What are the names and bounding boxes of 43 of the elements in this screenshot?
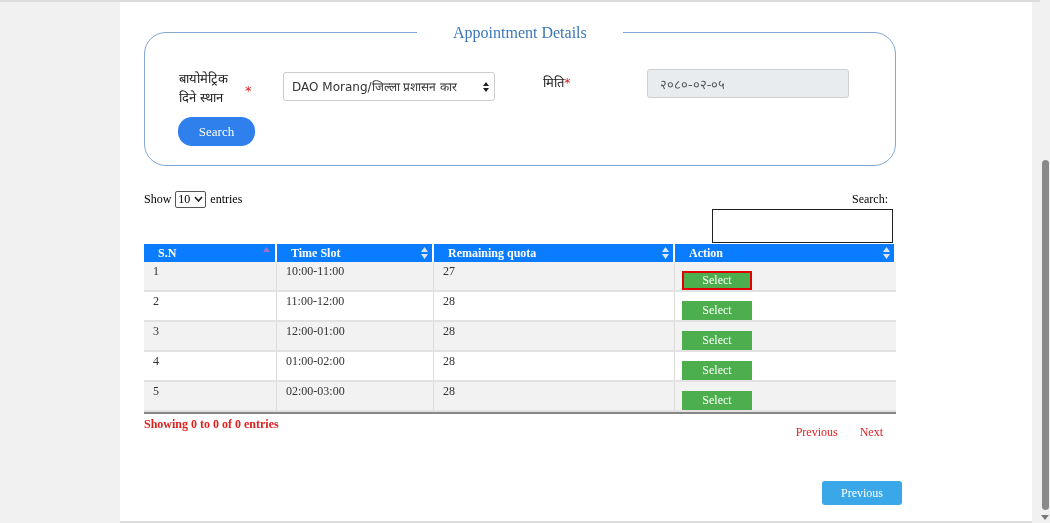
field-label: मिति bbox=[543, 74, 564, 92]
select-button[interactable]: Select bbox=[682, 271, 752, 290]
date-field[interactable]: २०८०-०२-०५ bbox=[647, 69, 849, 98]
table-cell: 2 bbox=[153, 294, 159, 308]
entries-label: entries bbox=[210, 191, 243, 208]
chevron-down-icon bbox=[194, 196, 204, 202]
location-select[interactable]: DAO Morang/जिल्ला प्रशासन कार bbox=[283, 72, 495, 101]
table-cell: 28 bbox=[443, 294, 455, 308]
table-cell: 4 bbox=[153, 354, 159, 368]
table-cell: 11:00-12:00 bbox=[286, 294, 345, 308]
show-label: Show bbox=[144, 191, 172, 208]
table-cell: 5 bbox=[153, 384, 159, 398]
select-button[interactable]: Select bbox=[682, 391, 752, 410]
previous-button[interactable]: Previous bbox=[822, 481, 902, 505]
select-button[interactable]: Select bbox=[682, 331, 752, 350]
sort-ascending-icon bbox=[263, 247, 270, 252]
select-button[interactable]: Select bbox=[682, 301, 752, 320]
sort-icon bbox=[883, 247, 890, 259]
table-cell: 28 bbox=[443, 324, 455, 338]
table-cell: 27 bbox=[443, 264, 455, 278]
next-link[interactable]: Next bbox=[859, 423, 883, 441]
search-label: Search: bbox=[852, 191, 888, 208]
pagination-info: Showing 0 to 0 of 0 entries bbox=[144, 416, 279, 433]
scroll-down-icon[interactable] bbox=[1041, 515, 1049, 521]
search-button[interactable]: Search bbox=[178, 117, 255, 146]
table-cell: 28 bbox=[443, 354, 455, 368]
select-button[interactable]: Select bbox=[682, 361, 752, 380]
field-label: बायोमेट्रिक दिने स्थान bbox=[179, 70, 229, 107]
sort-icon bbox=[483, 81, 489, 92]
table-cell: 02:00-03:00 bbox=[286, 384, 345, 398]
sort-icon bbox=[662, 247, 669, 259]
required-mark: * bbox=[564, 74, 571, 92]
table-cell: 3 bbox=[153, 324, 159, 338]
previous-link[interactable]: Previous bbox=[795, 423, 838, 441]
search-field[interactable] bbox=[712, 209, 893, 243]
table-cell: 01:00-02:00 bbox=[286, 354, 345, 368]
sort-icon bbox=[421, 247, 428, 259]
page-size-select[interactable]: 10 bbox=[175, 190, 207, 208]
table-cell: 28 bbox=[443, 384, 455, 398]
table-cell: 1 bbox=[153, 264, 159, 278]
table-cell: 12:00-01:00 bbox=[286, 324, 345, 338]
table-cell: 10:00-11:00 bbox=[286, 264, 345, 278]
required-mark: * bbox=[245, 82, 252, 100]
